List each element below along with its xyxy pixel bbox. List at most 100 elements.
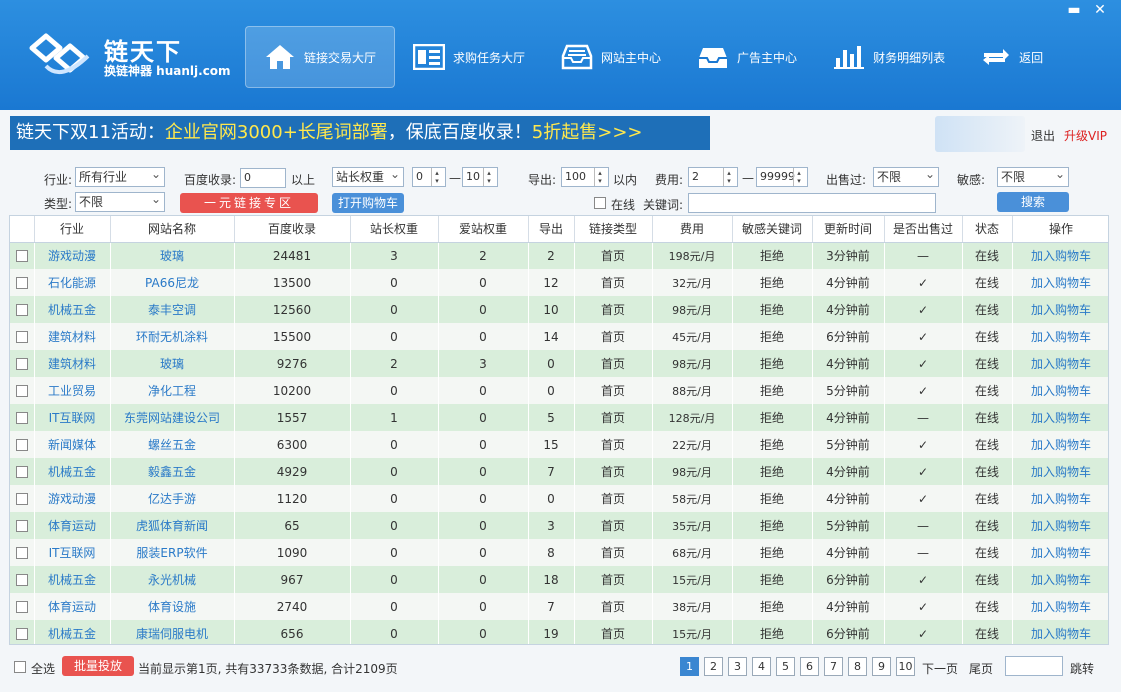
site-name-link[interactable]: PA66尼龙 [110,269,235,296]
site-name-link[interactable]: 毅鑫五金 [110,458,235,485]
nav-link-webmaster-center[interactable]: 网站主中心 [543,26,679,88]
column-header[interactable]: 站长权重 [350,216,439,243]
column-header[interactable]: 费用 [652,216,733,243]
sold-select[interactable]: 不限 [873,165,939,187]
promo-banner[interactable]: 链天下双11活动：企业官网3000+长尾词部署，保底百度收录！5折起售>>> [10,116,710,150]
row-checkbox[interactable] [15,574,28,586]
weight-type-select[interactable]: 站长权重 [332,165,404,187]
add-to-cart-link[interactable]: 加入购物车 [1012,593,1108,620]
site-name-link[interactable]: 东莞网站建设公司 [110,404,235,431]
column-header[interactable]: 链接类型 [574,216,653,243]
nav-link-return[interactable]: 返回 [963,26,1061,88]
open-cart-button[interactable]: 打开购物车 [332,193,404,213]
last-page-link[interactable]: 尾页 [969,660,993,677]
page-number-button[interactable]: 3 [728,657,747,676]
nav-link-trade-hall[interactable]: 链接交易大厅 [245,26,396,88]
row-checkbox[interactable] [15,520,28,532]
sensitive-select[interactable]: 不限 [997,165,1069,187]
row-checkbox[interactable] [15,250,28,263]
nav-link-task-hall[interactable]: 求购任务大厅 [395,26,543,88]
add-to-cart-link[interactable]: 加入购物车 [1012,512,1108,539]
fee-to-stepper[interactable]: 99999 [756,167,808,187]
site-name-link[interactable]: 康瑞伺服电机 [110,620,235,644]
row-checkbox[interactable] [15,358,28,370]
column-header[interactable]: 行业 [34,216,111,243]
industry-select[interactable]: 所有行业 [75,165,165,187]
add-to-cart-link[interactable]: 加入购物车 [1012,458,1108,485]
jump-page-input[interactable] [1005,656,1063,676]
column-header[interactable]: 敏感关键词 [732,216,813,243]
next-page-link[interactable]: 下一页 [922,660,958,677]
row-checkbox[interactable] [15,385,28,397]
page-number-button[interactable]: 1 [680,657,699,676]
add-to-cart-link[interactable]: 加入购物车 [1012,539,1108,566]
nav-link-finance-list[interactable]: 财务明细列表 [815,26,963,88]
page-number-button[interactable]: 6 [800,657,819,676]
row-checkbox[interactable] [15,547,28,559]
site-name-link[interactable]: 服装ERP软件 [110,539,235,566]
page-number-button[interactable]: 7 [824,657,843,676]
upgrade-vip-link[interactable]: 升级VIP [1064,127,1107,144]
page-number-button[interactable]: 5 [776,657,795,676]
column-header[interactable]: 更新时间 [812,216,885,243]
site-name-link[interactable]: 虎狐体育新闻 [110,512,235,539]
add-to-cart-link[interactable]: 加入购物车 [1012,431,1108,458]
export-stepper[interactable]: 100 [561,167,609,187]
select-all-checkbox[interactable] [14,661,26,673]
site-name-link[interactable]: 亿达手游 [110,485,235,512]
site-name-link[interactable]: 净化工程 [110,377,235,404]
row-checkbox[interactable] [15,331,28,343]
row-checkbox[interactable] [15,439,28,451]
nav-link-advertiser-center[interactable]: 广告主中心 [679,26,815,88]
page-number-button[interactable]: 10 [896,657,915,676]
column-header[interactable]: 爱站权重 [438,216,529,243]
row-checkbox[interactable] [15,601,28,613]
baidu-input[interactable]: 0 [240,168,286,188]
site-name-link[interactable]: 螺丝五金 [110,431,235,458]
add-to-cart-link[interactable]: 加入购物车 [1012,296,1108,323]
row-checkbox[interactable] [15,493,28,505]
column-header[interactable]: 是否出售过 [884,216,963,243]
one-yuan-zone-button[interactable]: 一元链接专区 [180,193,318,213]
page-number-button[interactable]: 4 [752,657,771,676]
add-to-cart-link[interactable]: 加入购物车 [1012,404,1108,431]
jump-button[interactable]: 跳转 [1070,660,1094,677]
bulk-place-button[interactable]: 批量投放 [62,656,134,676]
row-checkbox[interactable] [15,412,28,424]
add-to-cart-link[interactable]: 加入购物车 [1012,377,1108,404]
page-number-button[interactable]: 9 [872,657,891,676]
row-checkbox[interactable] [15,466,28,478]
column-header[interactable]: 操作 [1012,216,1108,243]
weight-to-stepper[interactable]: 10 [462,167,498,187]
row-checkbox[interactable] [15,277,28,289]
online-checkbox[interactable] [594,197,606,209]
search-button[interactable]: 搜索 [997,192,1069,212]
add-to-cart-link[interactable]: 加入购物车 [1012,485,1108,512]
fee-from-stepper[interactable]: 2 [688,167,738,187]
row-checkbox[interactable] [15,628,28,640]
site-name-link[interactable]: 泰丰空调 [110,296,235,323]
weight-from-stepper[interactable]: 0 [412,167,446,187]
site-name-link[interactable]: 玻璃 [110,350,235,377]
column-header[interactable]: 状态 [962,216,1013,243]
site-name-link[interactable]: 环耐无机涂料 [110,323,235,350]
page-number-button[interactable]: 2 [704,657,723,676]
add-to-cart-link[interactable]: 加入购物车 [1012,269,1108,296]
site-name-link[interactable]: 体育设施 [110,593,235,620]
type-select[interactable]: 不限 [75,190,165,212]
add-to-cart-link[interactable]: 加入购物车 [1012,350,1108,377]
add-to-cart-link[interactable]: 加入购物车 [1012,566,1108,593]
close-button[interactable]: ✕ [1087,0,1113,20]
minimize-button[interactable]: ▬ [1061,0,1087,20]
add-to-cart-link[interactable]: 加入购物车 [1012,620,1108,644]
add-to-cart-link[interactable]: 加入购物车 [1012,242,1108,269]
site-name-link[interactable]: 永光机械 [110,566,235,593]
page-number-button[interactable]: 8 [848,657,867,676]
row-checkbox[interactable] [15,304,28,316]
column-header[interactable]: 网站名称 [110,216,235,243]
column-header[interactable]: 导出 [528,216,575,243]
column-header[interactable]: 百度收录 [234,216,351,243]
logout-link[interactable]: 退出 [1031,127,1055,144]
add-to-cart-link[interactable]: 加入购物车 [1012,323,1108,350]
keyword-input[interactable] [688,193,936,213]
